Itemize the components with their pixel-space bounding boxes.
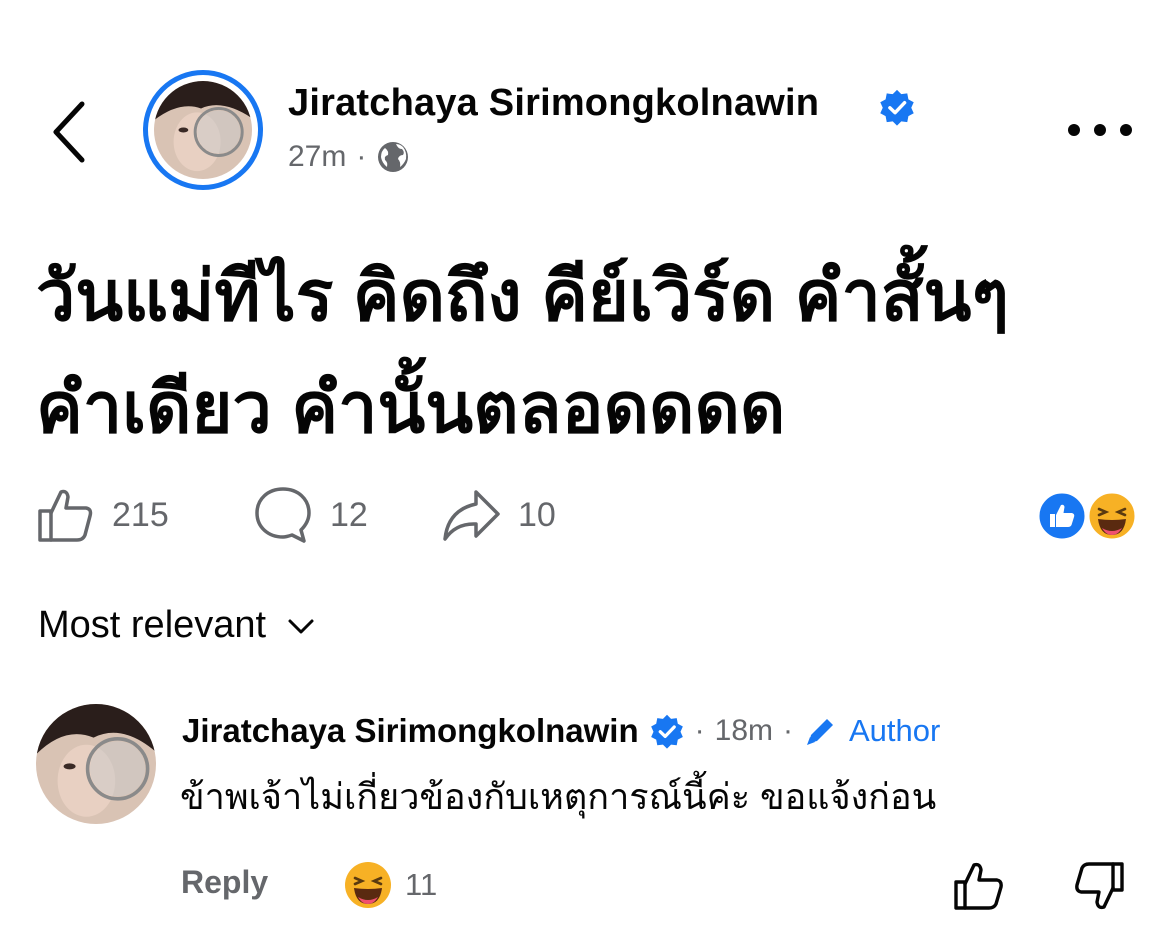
comment-header: Jiratchaya Sirimongkolnawin · 18m · Auth… bbox=[182, 712, 940, 750]
comment-separator: · bbox=[694, 714, 705, 747]
haha-reaction-icon bbox=[345, 862, 391, 908]
reaction-summary[interactable] bbox=[1036, 490, 1140, 542]
post-time[interactable]: 27m bbox=[288, 140, 346, 174]
haha-reaction-icon bbox=[1086, 490, 1138, 542]
post-meta: 27m · bbox=[288, 140, 410, 174]
downvote-button[interactable] bbox=[1072, 858, 1128, 914]
comment-count: 12 bbox=[330, 495, 368, 534]
sort-label: Most relevant bbox=[38, 604, 267, 646]
comment-text: ข้าพเจ้าไม่เกี่ยวข้องกับเหตุการณ์นี้ค่ะ … bbox=[180, 776, 937, 817]
comment-reaction-count: 11 bbox=[405, 867, 438, 902]
upvote-button[interactable] bbox=[950, 858, 1006, 914]
comment-button[interactable]: 12 bbox=[252, 484, 368, 546]
comment-time[interactable]: 18m bbox=[715, 714, 773, 748]
comment-separator: · bbox=[783, 714, 793, 747]
thumbs-up-icon bbox=[954, 862, 1003, 910]
post-text-line-2: คำเดียว คำนั้นตลอดดดด bbox=[36, 369, 786, 447]
like-button[interactable]: 215 bbox=[34, 484, 169, 546]
more-options-button[interactable] bbox=[1062, 112, 1138, 148]
pencil-icon bbox=[807, 719, 833, 745]
ellipsis-icon bbox=[1068, 124, 1132, 136]
verified-badge-icon bbox=[650, 714, 683, 749]
comment-avatar[interactable] bbox=[36, 704, 156, 824]
share-button[interactable]: 10 bbox=[440, 484, 556, 546]
chevron-down-icon bbox=[288, 619, 314, 633]
like-count: 215 bbox=[112, 495, 169, 534]
globe-icon bbox=[378, 142, 409, 172]
thumbs-up-icon bbox=[38, 489, 93, 542]
comment-reactions[interactable]: 11 bbox=[343, 860, 437, 910]
verified-badge-icon bbox=[878, 88, 916, 126]
chevron-left-icon bbox=[53, 101, 85, 163]
avatar-photo bbox=[154, 81, 252, 179]
author-avatar[interactable] bbox=[143, 70, 263, 190]
thumbs-down-icon bbox=[1075, 862, 1124, 910]
comment-author-name[interactable]: Jiratchaya Sirimongkolnawin bbox=[182, 712, 639, 750]
post-text-line-1: วันแม่ทีไร คิดถึง คีย์เวิร์ด คำสั้นๆ bbox=[36, 257, 1009, 335]
meta-separator: · bbox=[356, 140, 367, 173]
share-arrow-icon bbox=[443, 490, 500, 541]
reply-button[interactable]: Reply bbox=[181, 864, 268, 901]
post-text: วันแม่ทีไร คิดถึง คีย์เวิร์ด คำสั้นๆ คำเ… bbox=[36, 240, 1136, 464]
share-count: 10 bbox=[518, 495, 556, 534]
like-reaction-icon bbox=[1036, 490, 1088, 542]
sort-comments-dropdown[interactable]: Most relevant bbox=[38, 604, 316, 647]
comment-bubble-icon bbox=[255, 487, 311, 543]
post-author-name[interactable]: Jiratchaya Sirimongkolnawin bbox=[288, 82, 819, 125]
back-button[interactable] bbox=[40, 92, 100, 172]
author-tag: Author bbox=[849, 713, 941, 748]
